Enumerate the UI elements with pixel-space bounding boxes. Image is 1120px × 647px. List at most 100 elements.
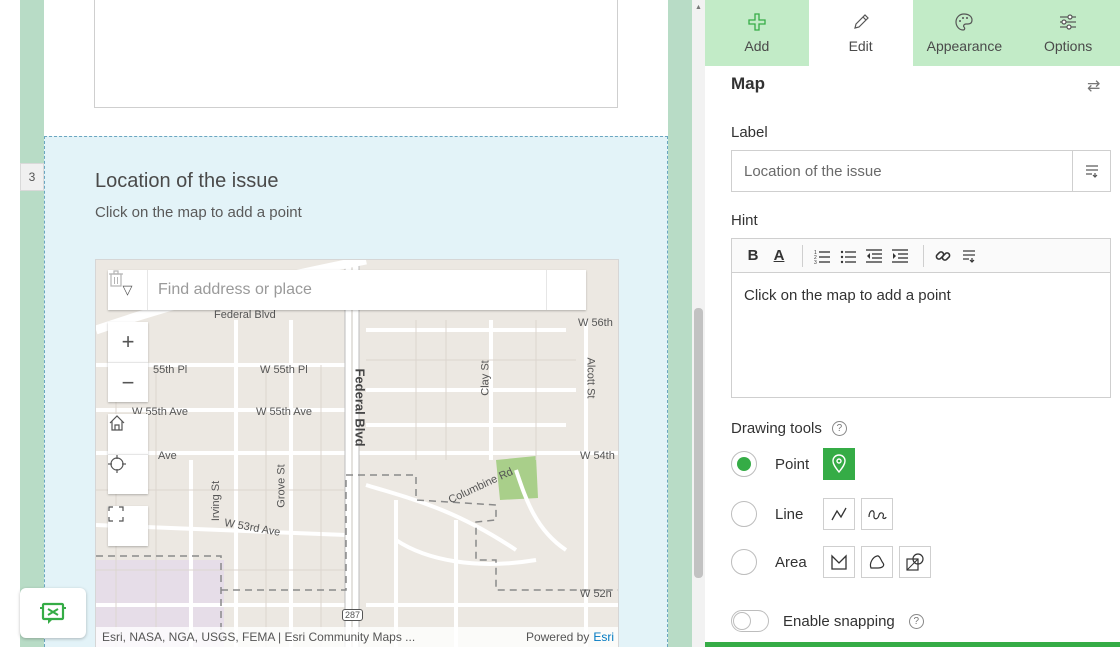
area-shapes-option[interactable] [899,546,931,578]
scroll-thumb[interactable] [694,308,703,578]
snapping-row: Enable snapping ? [731,610,924,632]
form-canvas-area: 3 Location of the issue Click on the map… [0,0,705,647]
map-label-alcott-st: Alcott St [584,357,597,399]
map-label-w54th: W 54th [580,450,615,462]
map-question-card[interactable]: Location of the issue Click on the map t… [44,136,668,647]
map-search-widget: ▽ [108,270,586,310]
map-view[interactable]: Federal Blvd W 56th 55th Pl W 55th Pl Fe… [95,259,619,647]
map-pin-icon [832,454,846,474]
line-freehand-option[interactable] [861,498,893,530]
area-freehand-option[interactable] [861,546,893,578]
map-search-input[interactable] [148,270,546,310]
swap-question-type-icon[interactable]: ⇄ [1087,76,1100,96]
line-polyline-option[interactable] [823,498,855,530]
bullet-list-icon [840,250,856,263]
panel-tabs: Add Edit Appearance Options [705,0,1120,66]
route-shield-icon: 287 [342,609,364,621]
hint-editor-content[interactable]: Click on the map to add a point [732,273,1110,318]
feedback-button[interactable] [20,588,86,638]
area-radio[interactable] [731,549,757,575]
crosshair-icon [108,455,126,473]
trash-icon [109,270,123,287]
insert-text-icon [963,249,975,263]
label-field [731,150,1111,192]
snapping-toggle[interactable] [731,610,769,632]
bullet-list-button[interactable] [837,245,859,267]
map-attribution: Esri, NASA, NGA, USGS, FEMA | Esri Commu… [96,627,618,647]
map-label-federal-blvd: Federal Blvd [352,368,368,447]
point-radio[interactable] [731,451,757,477]
esri-link[interactable]: Esri [593,630,614,644]
hint-heading: Hint [731,212,758,229]
polygon-icon [831,554,847,570]
sliders-icon [1060,14,1077,30]
map-label-ave: Ave [158,450,177,462]
map-label-w52n: W 52n [580,588,612,600]
feedback-icon [40,602,66,624]
point-label: Point [775,455,810,473]
canvas-right-gutter [668,0,692,647]
hint-rich-text-editor[interactable]: B A 1 2 3 Click on the map to add a poin… [731,238,1111,398]
attribution-text: Esri, NASA, NGA, USGS, FEMA | Esri Commu… [102,630,416,644]
canvas-scrollbar[interactable]: ▲ [692,0,705,647]
line-radio[interactable] [731,501,757,527]
tool-row-line: Line [731,496,893,532]
pencil-icon [853,14,869,29]
plus-icon: + [121,329,135,354]
zoom-in-button[interactable]: + [108,322,148,362]
map-label-w56th: W 56th [578,317,613,329]
outdent-icon [866,248,882,263]
svg-text:3: 3 [814,260,817,264]
locate-button[interactable] [108,454,148,494]
insert-field-button[interactable] [958,245,980,267]
panel-bottom-accent [705,642,1120,647]
tab-edit[interactable]: Edit [808,0,913,66]
tab-add[interactable]: Add [705,0,809,66]
snapping-label: Enable snapping [783,612,895,630]
point-pin-option[interactable] [823,448,855,480]
question-number-badge: 3 [20,163,44,191]
palette-icon [955,13,973,31]
zoom-out-button[interactable]: − [108,362,148,402]
link-button[interactable] [932,245,954,267]
map-label-w55th-pl: W 55th Pl [260,364,308,376]
link-icon [935,250,951,261]
area-polygon-option[interactable] [823,546,855,578]
question-title: Location of the issue [95,170,279,192]
insert-text-icon [1085,165,1098,178]
polyline-icon [831,507,847,521]
previous-question-textarea[interactable] [94,0,618,108]
tab-options[interactable]: Options [1016,0,1120,66]
outdent-button[interactable] [863,245,885,267]
chevron-down-icon: ▽ [122,282,133,297]
fullscreen-button[interactable] [108,506,148,546]
label-insert-button[interactable] [1072,151,1110,191]
indent-button[interactable] [889,245,911,267]
fullscreen-icon [108,506,124,522]
home-icon [109,415,125,431]
home-button[interactable] [108,414,148,454]
scroll-up-arrow-icon[interactable]: ▲ [692,4,705,14]
question-hint: Click on the map to add a point [95,204,302,221]
help-icon[interactable]: ? [831,421,847,436]
font-color-button[interactable]: A [768,245,790,267]
tool-row-point: Point [731,446,855,482]
map-label-w55th-ave: W 55th Ave [256,406,313,418]
map-label-irving-st: Irving St [210,480,223,522]
hint-toolbar: B A 1 2 3 [732,239,1110,273]
freehand-line-icon [868,510,887,520]
numbered-list-button[interactable]: 1 2 3 [811,245,833,267]
label-input[interactable] [732,151,1072,191]
map-label-federal-blvd-top: Federal Blvd [214,309,276,321]
map-label-55th-pl: 55th Pl [153,364,188,376]
help-icon[interactable]: ? [908,613,924,629]
minus-icon: − [121,369,135,395]
shapes-icon [906,553,924,571]
tab-appearance[interactable]: Appearance [912,0,1017,66]
bold-button[interactable]: B [742,245,764,267]
canvas-left-gutter [20,0,44,647]
search-clear-button[interactable] [109,270,586,310]
powered-by: Powered by Esri [525,630,614,644]
map-label-grove-st: Grove St [275,464,288,508]
indent-icon [892,248,908,263]
